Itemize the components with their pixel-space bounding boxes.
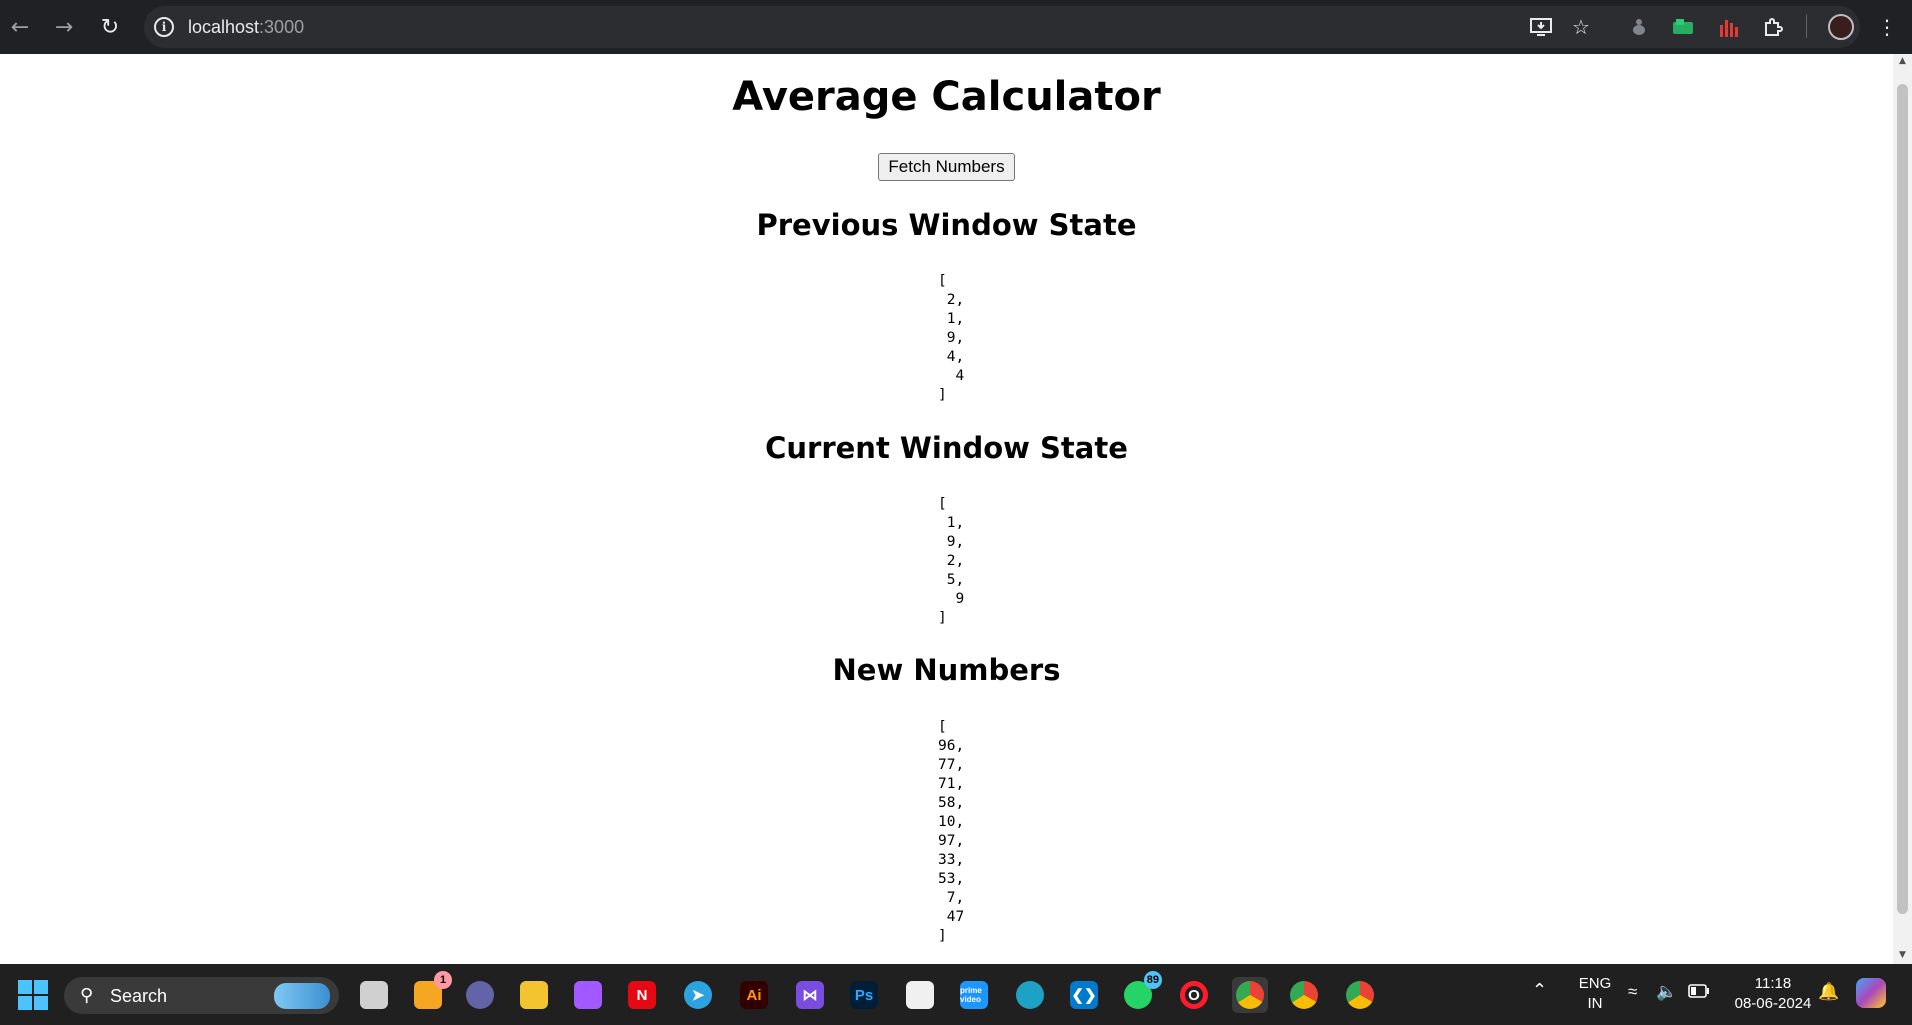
clock[interactable]: 11:18 08-06-2024 (1726, 974, 1820, 1014)
url-host: localhost (188, 17, 260, 37)
burger-app-icon[interactable]: 1 (410, 971, 452, 1013)
teams-icon[interactable] (462, 977, 498, 1013)
burger-app-badge: 1 (434, 971, 452, 989)
language-line2: IN (1587, 995, 1603, 1012)
extension-green-icon[interactable] (1668, 12, 1698, 42)
menu-kebab-icon[interactable]: ⋮ (1872, 12, 1902, 42)
wifi-icon[interactable]: ≈ (1628, 982, 1637, 1002)
extension-chart-icon[interactable] (1714, 12, 1744, 42)
profile-avatar-icon[interactable] (1826, 12, 1856, 42)
new-numbers-heading: New Numbers (832, 653, 1061, 687)
notification-bell-icon[interactable]: 🔔 (1818, 982, 1839, 1002)
install-app-icon[interactable] (1526, 12, 1556, 42)
page-title: Average Calculator (732, 74, 1161, 120)
illustrator-glyph: Ai (740, 981, 768, 1009)
prime-video-glyph: prime video (960, 981, 988, 1009)
previous-window-heading: Previous Window State (756, 208, 1137, 242)
chrome-3-glyph (1346, 981, 1374, 1009)
vscode-glyph: ❮❯ (1070, 981, 1098, 1009)
vscode-icon[interactable]: ❮❯ (1066, 977, 1102, 1013)
netflix-glyph: N (628, 981, 656, 1009)
search-label: Search (110, 986, 168, 1006)
netflix-icon[interactable]: N (624, 977, 660, 1013)
search-highlight-icon (274, 983, 330, 1009)
search-icon: ⚲ (80, 985, 94, 1006)
toolbar-divider (1806, 14, 1807, 38)
figma-glyph (574, 981, 602, 1009)
clock-time: 11:18 (1754, 975, 1792, 992)
task-view-glyph (360, 981, 388, 1009)
teams-glyph (466, 981, 494, 1009)
site-info-icon[interactable]: i (154, 17, 174, 37)
extension-dot-icon[interactable] (1624, 12, 1654, 42)
chrome-3-icon[interactable] (1342, 977, 1378, 1013)
windows-start-icon[interactable] (18, 980, 48, 1010)
opera-icon[interactable]: O (1176, 977, 1212, 1013)
file-explorer-icon[interactable] (516, 977, 552, 1013)
chrome-2-icon[interactable] (1286, 977, 1322, 1013)
chrome-2-glyph (1290, 981, 1318, 1009)
windows-taskbar: ⚲ Search 1 N ➤ Ai ⋈ Ps prime video ❮❯ 89 O ⌃ ENG … (0, 964, 1912, 1025)
scrollbar-thumb[interactable] (1897, 84, 1908, 914)
language-line1: ENG (1578, 975, 1612, 992)
scroll-up-icon[interactable]: ▲ (1897, 56, 1908, 66)
prime-video-icon[interactable]: prime video (956, 977, 992, 1013)
microsoft-store-glyph (906, 981, 934, 1009)
browser-toolbar: ← → ↻ i localhost:3000 ☆ ⋮ (0, 0, 1912, 54)
page-content: Average Calculator Fetch Numbers Previou… (0, 54, 1893, 964)
new-numbers-array: [ 96, 77, 71, 58, 10, 97, 33, 53, 7, 47 … (938, 719, 965, 944)
microsoft-store-icon[interactable] (902, 977, 938, 1013)
task-view-icon[interactable] (356, 977, 392, 1013)
whatsapp-badge: 89 (1143, 971, 1162, 989)
whatsapp-icon[interactable]: 89 (1120, 971, 1162, 1013)
url-text[interactable]: localhost:3000 (188, 17, 304, 37)
address-bar[interactable]: i localhost:3000 ☆ (144, 6, 1860, 48)
url-port: :3000 (259, 17, 305, 37)
chrome-1-icon[interactable] (1232, 977, 1268, 1013)
fetch-numbers-button[interactable]: Fetch Numbers (878, 153, 1015, 181)
visual-studio-glyph: ⋈ (796, 981, 824, 1009)
vertical-scrollbar[interactable]: ▲ ▼ (1893, 54, 1912, 964)
chrome-1-glyph (1236, 981, 1264, 1009)
photoshop-glyph: Ps (850, 981, 878, 1009)
visual-studio-icon[interactable]: ⋈ (792, 977, 828, 1013)
figma-icon[interactable] (570, 977, 606, 1013)
battery-icon[interactable] (1688, 984, 1710, 1004)
tray-overflow-chevron-icon[interactable]: ⌃ (1532, 980, 1547, 1000)
photoshop-icon[interactable]: Ps (846, 977, 882, 1013)
language-indicator[interactable]: ENG IN (1574, 974, 1616, 1014)
telegram-icon[interactable]: ➤ (680, 977, 716, 1013)
forward-icon[interactable]: → (46, 9, 82, 45)
current-window-array: [ 1, 9, 2, 5, 9 ] (938, 496, 965, 626)
back-icon[interactable]: ← (2, 9, 38, 45)
file-explorer-glyph (520, 981, 548, 1009)
illustrator-icon[interactable]: Ai (736, 977, 772, 1013)
edge-icon[interactable] (1012, 977, 1048, 1013)
reload-icon[interactable]: ↻ (92, 9, 128, 45)
edge-glyph (1016, 981, 1044, 1009)
taskbar-search[interactable]: ⚲ Search (64, 977, 339, 1014)
current-window-heading: Current Window State (765, 431, 1128, 465)
volume-icon[interactable]: 🔈 (1656, 982, 1677, 1002)
extensions-puzzle-icon[interactable] (1758, 12, 1788, 42)
bookmark-star-icon[interactable]: ☆ (1566, 12, 1596, 42)
telegram-glyph: ➤ (684, 981, 712, 1009)
opera-glyph: O (1180, 981, 1208, 1009)
scroll-down-icon[interactable]: ▼ (1897, 950, 1908, 960)
clock-date: 08-06-2024 (1734, 995, 1812, 1012)
copilot-icon[interactable] (1856, 978, 1886, 1008)
previous-window-array: [ 2, 1, 9, 4, 4 ] (938, 273, 965, 403)
